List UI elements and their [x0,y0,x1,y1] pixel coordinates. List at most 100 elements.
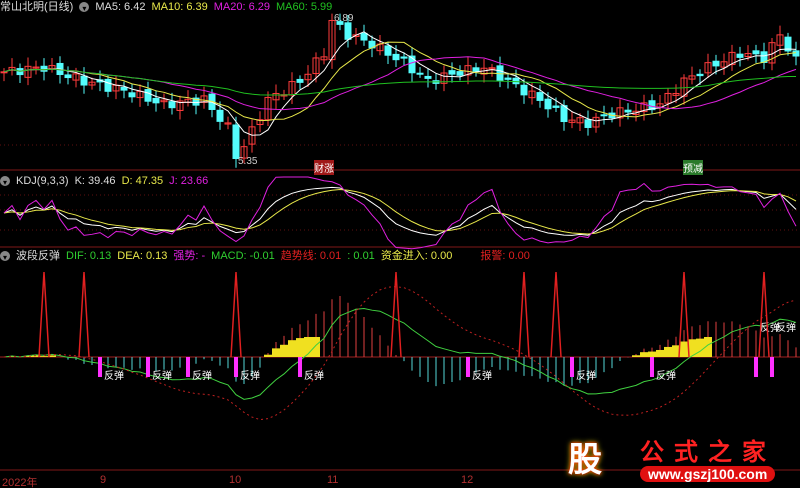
rebound-marker [650,357,654,377]
candle-body [392,53,400,61]
rebound-marker [570,357,574,377]
rebound-marker [234,357,238,377]
candle-body [624,109,632,113]
rebound-marker [98,357,102,377]
ma60-line [3,68,797,96]
rebound-marker [146,357,150,377]
candle-body [360,32,368,41]
event-badge-forecast[interactable]: 预减 [683,160,703,175]
kdj-d: D: 47.35 [121,175,164,187]
fund-bar [312,337,320,357]
fund-bar [640,352,648,357]
macd-trend: 趋势线: 0.01 [280,250,342,262]
fund-bar [264,354,272,357]
rebound-label: 反弹 [472,369,492,382]
candle-body [400,56,408,59]
fund-bar [632,355,640,357]
signal-spike [518,271,530,358]
fund-bar [280,344,288,357]
candle-body [712,60,720,67]
ma60-label: MA60: 5.99 [276,1,333,13]
candle-body [296,78,304,83]
candle-body [752,50,760,55]
candle-body [168,101,176,109]
candle-body [344,22,352,40]
logo-mark: 股 [568,441,602,479]
macd-dea: DEA: 0.13 [117,250,168,262]
event-badge-earnings[interactable]: 财涨 [314,160,334,175]
rebound-label: 反弹 [656,369,676,382]
candle-body [384,45,392,56]
axis-label-dec: 12 [461,474,474,486]
macd-toggle-icon[interactable]: ▾ [0,251,10,262]
candle-body [64,74,72,79]
logo-url: www.gszj100.com [640,466,776,482]
candle-body [120,86,128,91]
candle-body [736,53,744,58]
kdj-toggle-icon[interactable]: ▾ [0,176,10,187]
candle-body [536,92,544,101]
fund-bar [648,351,656,357]
rebound-label: 反弹 [576,369,596,382]
kdj-title: KDJ(9,3,3) [16,175,69,187]
candle-body [504,77,512,80]
candle-body [144,89,152,102]
settings-toggle-icon[interactable]: ▾ [79,2,90,13]
rebound-marker [754,357,758,377]
macd-panel-header: ▾ 波段反弹 DIF: 0.13 DEA: 0.13 强势: - MACD: -… [0,249,530,263]
rebound-marker [186,357,190,377]
price-panel-header: 常山北明(日线) ▾ MA5: 6.42 MA10: 6.39 MA20: 6.… [0,0,332,14]
candle-body [216,109,224,122]
candle-body [0,71,8,74]
kdj-j: J: 23.66 [169,175,209,187]
candle-body [520,84,528,96]
rebound-label: 反弹 [240,369,260,382]
axis-label-sep: 9 [100,474,107,486]
rebound-marker [298,357,302,377]
candle-body [128,92,136,98]
candle-body [560,105,568,123]
macd-alert: 报警: 0.00 [480,250,530,262]
kdj-k: K: 39.46 [74,175,116,187]
candle-body [696,73,704,77]
low-price-label: 5.35 [238,156,258,167]
candle-body [600,114,608,117]
rebound-marker [466,357,470,377]
fund-bar [680,341,688,357]
candle-body [472,67,480,72]
axis-label-oct: 10 [229,474,242,486]
watermark-logo: 股 公式之家 www.gszj100.com [560,432,780,482]
candle-body [456,71,464,76]
candle-body [448,70,456,75]
kdj-panel-header: ▾ KDJ(9,3,3) K: 39.46 D: 47.35 J: 23.66 [0,174,208,188]
ma20-line [3,56,797,111]
fund-bar [40,356,48,357]
fund-bar [272,348,280,357]
fund-bar [656,349,664,357]
candle-body [424,75,432,79]
macd-strong: 强势: - [173,250,206,262]
macd-title: 波段反弹 [16,250,60,262]
rebound-marker [770,357,774,377]
stock-title: 常山北明(日线) [0,1,74,13]
signal-spike [230,271,242,358]
chart-canvas[interactable]: 反弹 反弹 反弹 反弹 反弹 反弹 反弹 反弹反弹反弹 [0,0,800,488]
fund-bar [664,346,672,357]
ma5-label: MA5: 6.42 [95,1,146,13]
stock-chart-window: 反弹 反弹 反弹 反弹 反弹 反弹 反弹 反弹 反弹 反弹 常山北明(日线) ▾ MA5: 6.4… [0,0,800,488]
signal-spike [390,271,402,358]
candle-body [416,72,424,75]
ma20-label: MA20: 6.29 [213,1,270,13]
macd-value: MACD: -0.01 [211,250,275,262]
candle-body [232,124,240,160]
ma10-label: MA10: 6.39 [151,1,208,13]
axis-label-nov: 11 [327,474,339,486]
logo-name: 公式之家 [640,439,776,466]
signal-spike [550,271,562,358]
rebound-label: 反弹 [304,369,324,382]
rebound-label: 反弹 [776,321,796,334]
candle-body [552,105,560,108]
macd-fund: 资金进入: 0.00 [380,250,453,262]
macd-trend2: : 0.01 [347,250,375,262]
axis-label-year: 2022年 [2,477,38,488]
